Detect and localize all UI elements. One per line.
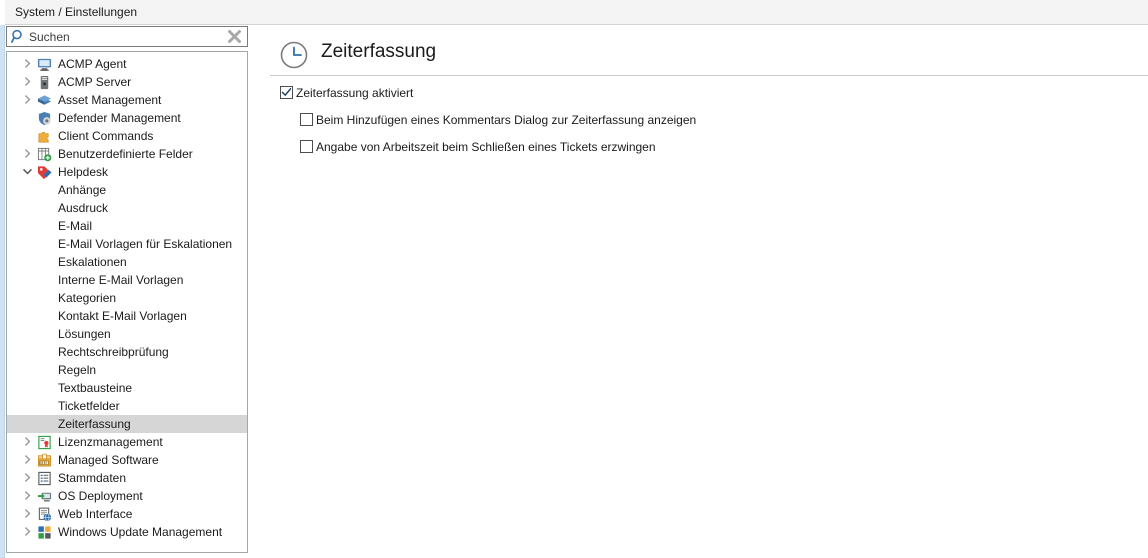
tree-item-interne-e-mail-vorlagen[interactable]: Interne E-Mail Vorlagen <box>7 271 247 289</box>
tree-item-stammdaten[interactable]: Stammdaten <box>7 469 247 487</box>
tree-item-defender-management[interactable]: Defender Management <box>7 109 247 127</box>
tree-item-label: Stammdaten <box>58 471 127 485</box>
tree-item-label: Zeiterfassung <box>58 417 131 431</box>
breadcrumb: System / Einstellungen <box>15 5 138 19</box>
windows-update-icon <box>37 525 52 540</box>
chevron-right-icon[interactable] <box>21 91 33 109</box>
checkbox-arbeitszeit-erzwingen[interactable] <box>300 140 313 153</box>
tree-item-label: Kontakt E-Mail Vorlagen <box>58 309 187 323</box>
page-title: Zeiterfassung <box>321 41 437 62</box>
tree-item-label: Windows Update Management <box>58 525 223 539</box>
tree-item-label: Helpdesk <box>58 165 109 179</box>
tree-item-label: Kategorien <box>58 291 117 305</box>
chevron-right-icon[interactable] <box>21 73 33 91</box>
checkbox-zeiterfassung-aktiviert[interactable] <box>280 86 293 99</box>
tree-item-label: ACMP Server <box>58 75 132 89</box>
tree-item-label: Lösungen <box>58 327 111 341</box>
tree-item-ausdruck[interactable]: Ausdruck <box>7 199 247 217</box>
monitor-icon <box>37 57 52 72</box>
search-box[interactable] <box>6 26 248 47</box>
license-icon <box>37 435 52 450</box>
table-plus-icon <box>37 147 52 162</box>
clock-icon <box>279 40 309 70</box>
list-icon <box>37 471 52 486</box>
tree-item-label: Anhänge <box>58 183 107 197</box>
package-icon <box>37 453 52 468</box>
tree-item-label: Rechtschreibprüfung <box>58 345 169 359</box>
tree-item-acmp-agent[interactable]: ACMP Agent <box>7 55 247 73</box>
tree-item-zeiterfassung[interactable]: Zeiterfassung <box>7 415 247 433</box>
option-label: Zeiterfassung aktiviert <box>296 86 414 100</box>
chevron-right-icon[interactable] <box>21 505 33 523</box>
tree-item-label: Eskalationen <box>58 255 127 269</box>
tree-item-rechtschreibpr-fung[interactable]: Rechtschreibprüfung <box>7 343 247 361</box>
search-icon <box>11 29 26 44</box>
header-bar: System / Einstellungen <box>5 0 1148 25</box>
chevron-right-icon[interactable] <box>21 433 33 451</box>
tree-item-kontakt-e-mail-vorlagen[interactable]: Kontakt E-Mail Vorlagen <box>7 307 247 325</box>
tree-item-anh-nge[interactable]: Anhänge <box>7 181 247 199</box>
tree-item-regeln[interactable]: Regeln <box>7 361 247 379</box>
tree-item-web-interface[interactable]: Web Interface <box>7 505 247 523</box>
clear-icon[interactable] <box>227 29 242 44</box>
chevron-right-icon[interactable] <box>21 523 33 541</box>
chevron-right-icon[interactable] <box>21 469 33 487</box>
tree-item-label: Web Interface <box>58 507 133 521</box>
tree-item-kategorien[interactable]: Kategorien <box>7 289 247 307</box>
tree-item-label: OS Deployment <box>58 489 143 503</box>
tree-item-l-sungen[interactable]: Lösungen <box>7 325 247 343</box>
tree-item-textbausteine[interactable]: Textbausteine <box>7 379 247 397</box>
chevron-right-icon[interactable] <box>21 145 33 163</box>
option-label: Angabe von Arbeitszeit beim Schließen ei… <box>316 140 656 154</box>
tree-item-e-mail-vorlagen-f-r-eskalationen[interactable]: E-Mail Vorlagen für Eskalationen <box>7 235 247 253</box>
tree-item-label: Defender Management <box>58 111 181 125</box>
tree-item-label: E-Mail <box>58 219 93 233</box>
deploy-icon <box>37 489 52 504</box>
settings-tree-list: ACMP Agent ACMP Server Asset Management Def… <box>7 52 247 541</box>
tree-item-label: Textbausteine <box>58 381 133 395</box>
tree-item-os-deployment[interactable]: OS Deployment <box>7 487 247 505</box>
chevron-right-icon[interactable] <box>21 55 33 73</box>
tree-item-client-commands[interactable]: Client Commands <box>7 127 247 145</box>
tree-item-label: Interne E-Mail Vorlagen <box>58 273 184 287</box>
tree-item-windows-update-management[interactable]: Windows Update Management <box>7 523 247 541</box>
tree-item-label: Client Commands <box>58 129 154 143</box>
tree-item-label: Ausdruck <box>58 201 109 215</box>
tree-item-eskalationen[interactable]: Eskalationen <box>7 253 247 271</box>
tree-item-label: E-Mail Vorlagen für Eskalationen <box>58 237 233 251</box>
puzzle-icon <box>37 129 52 144</box>
option-label: Beim Hinzufügen eines Kommentars Dialog … <box>316 113 697 127</box>
tree-item-asset-management[interactable]: Asset Management <box>7 91 247 109</box>
title-divider <box>270 75 1148 76</box>
tree-item-acmp-server[interactable]: ACMP Server <box>7 73 247 91</box>
tree-item-label: ACMP Agent <box>58 57 127 71</box>
tag-icon <box>37 165 52 180</box>
chevron-down-icon[interactable] <box>21 163 33 181</box>
search-input[interactable] <box>29 28 219 45</box>
tree-item-managed-software[interactable]: Managed Software <box>7 451 247 469</box>
tree-item-label: Managed Software <box>58 453 159 467</box>
tree-item-label: Lizenzmanagement <box>58 435 163 449</box>
settings-tree-panel[interactable]: ACMP Agent ACMP Server Asset Management Def… <box>6 51 248 553</box>
tree-item-benutzerdefinierte-felder[interactable]: Benutzerdefinierte Felder <box>7 145 247 163</box>
tree-item-label: Regeln <box>58 363 97 377</box>
tree-item-helpdesk[interactable]: Helpdesk <box>7 163 247 181</box>
content-panel: Zeiterfassung Zeiterfassung aktiviert Bei… <box>258 25 1148 558</box>
left-accent-strip <box>0 0 5 558</box>
books-icon <box>37 93 52 108</box>
tree-item-lizenzmanagement[interactable]: Lizenzmanagement <box>7 433 247 451</box>
tree-item-label: Asset Management <box>58 93 162 107</box>
tree-item-label: Benutzerdefinierte Felder <box>58 147 193 161</box>
tree-item-e-mail[interactable]: E-Mail <box>7 217 247 235</box>
tree-item-ticketfelder[interactable]: Ticketfelder <box>7 397 247 415</box>
web-icon <box>37 507 52 522</box>
tree-item-label: Ticketfelder <box>58 399 120 413</box>
checkbox-kommentar-dialog[interactable] <box>300 113 313 126</box>
server-icon <box>37 75 52 90</box>
chevron-right-icon[interactable] <box>21 487 33 505</box>
shield-gear-icon <box>37 111 52 126</box>
chevron-right-icon[interactable] <box>21 451 33 469</box>
